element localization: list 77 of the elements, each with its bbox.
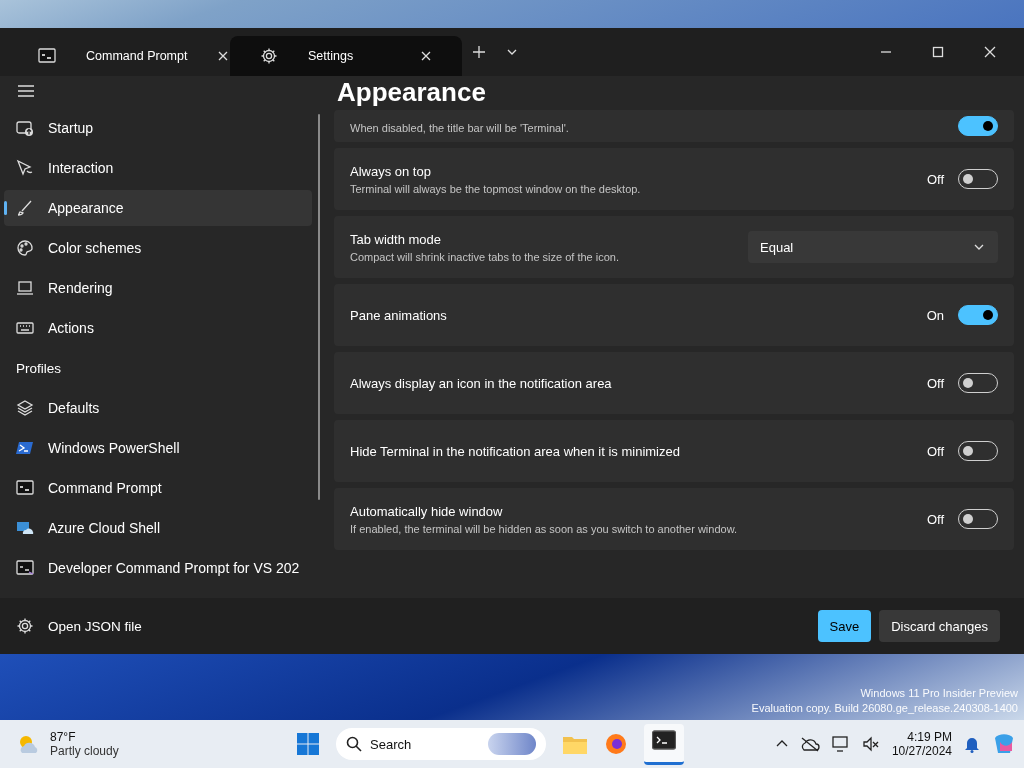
- nav-item[interactable]: Developer Command Prompt for VS 202: [4, 550, 312, 586]
- tab-label[interactable]: Settings: [308, 49, 390, 63]
- setting-description: Terminal will always be the topmost window on the desktop.: [350, 182, 642, 195]
- weather-condition: Partly cloudy: [50, 744, 119, 758]
- maximize-icon[interactable]: [932, 46, 944, 58]
- terminal-icon: [16, 559, 34, 577]
- toggle-state: Off: [926, 511, 944, 527]
- setting-description: If enabled, the terminal will be hidden as soon as you switch to another window.: [350, 522, 739, 535]
- speaker-muted-icon[interactable]: [861, 736, 880, 752]
- tab[interactable]: Command Prompt: [8, 36, 230, 76]
- terminal-icon: [16, 479, 34, 497]
- layers-icon: [16, 399, 34, 417]
- chevron-down-icon: [974, 242, 984, 252]
- keyboard-icon: [16, 319, 34, 337]
- section-heading: Profiles: [15, 359, 62, 378]
- scrollbar[interactable]: [318, 114, 320, 500]
- setting-title: Hide Terminal in the notification area when it is minimized: [350, 443, 681, 459]
- search-highlight-drawing: [488, 733, 536, 755]
- nav-item[interactable]: Startup: [4, 110, 312, 146]
- open-json-link[interactable]: Open JSON file: [16, 617, 142, 635]
- browser-icon[interactable]: [604, 732, 628, 756]
- close-icon[interactable]: [217, 50, 230, 62]
- bell-icon[interactable]: [964, 735, 980, 753]
- setting-title: Tab width mode: [350, 231, 443, 247]
- toggle-state: Off: [926, 375, 944, 391]
- terminal-icon: [38, 47, 56, 65]
- nav-item[interactable]: Command Prompt: [4, 470, 312, 506]
- nav-item[interactable]: Rendering: [4, 270, 312, 306]
- terminal-taskbar-button[interactable]: [644, 723, 684, 765]
- pointer-icon: [16, 159, 34, 177]
- close-icon[interactable]: [984, 46, 996, 58]
- watermark-text: Windows 11 Pro Insider Preview: [859, 686, 1018, 701]
- assistant-icon[interactable]: [992, 732, 1016, 756]
- setting-description: When disabled, the title bar will be 'Terminal'.: [350, 122, 570, 134]
- settings-icon: [260, 47, 278, 65]
- setting-title: Always on top: [350, 163, 432, 179]
- nav-item[interactable]: Defaults: [4, 390, 312, 426]
- page-title: Appearance: [336, 76, 487, 109]
- search-field[interactable]: Search: [336, 728, 546, 760]
- dropdown[interactable]: Equal: [748, 231, 998, 263]
- temperature: 87°F: [50, 730, 77, 744]
- nav-item[interactable]: Actions: [4, 310, 312, 346]
- save-button[interactable]: Save: [817, 610, 872, 642]
- clock[interactable]: 4:19 PM 10/27/2024: [891, 730, 952, 758]
- watermark-text: Evaluation copy. Build 26080.ge_release.240308-1400: [751, 701, 1018, 716]
- brush-icon: [16, 199, 34, 217]
- toggle-switch[interactable]: [958, 116, 998, 136]
- nav-item[interactable]: Windows PowerShell: [4, 430, 312, 466]
- nav-item[interactable]: Color schemes: [4, 230, 312, 266]
- setting-title: Always display an icon in the notification area: [350, 375, 613, 391]
- discard-button[interactable]: Discard changes: [879, 610, 1000, 642]
- selection-indicator: [4, 201, 7, 215]
- tab[interactable]: Settings: [230, 36, 462, 76]
- toggle-state: Off: [926, 443, 944, 459]
- toggle-switch[interactable]: [958, 305, 998, 325]
- menu-icon[interactable]: [18, 84, 34, 98]
- monitor-icon[interactable]: [831, 735, 850, 753]
- setting-title: Automatically hide window: [350, 503, 504, 519]
- cloud-terminal-icon: [16, 519, 34, 537]
- laptop-icon: [16, 279, 34, 297]
- tab-label[interactable]: Command Prompt: [86, 49, 188, 63]
- settings-icon: [16, 617, 34, 635]
- windows-logo-icon[interactable]: [296, 732, 320, 756]
- palette-icon: [16, 239, 34, 257]
- nav-item[interactable]: Appearance: [4, 190, 312, 226]
- powershell-icon: [16, 439, 34, 457]
- cloud-off-icon[interactable]: [799, 736, 820, 752]
- close-icon[interactable]: [420, 50, 432, 62]
- search-icon: [346, 736, 362, 752]
- nav-item[interactable]: Azure Cloud Shell: [4, 510, 312, 546]
- plus-icon[interactable]: [472, 45, 486, 59]
- toggle-state: On: [926, 307, 944, 323]
- setting-description: Compact will shrink inactive tabs to the size of the icon.: [350, 250, 620, 263]
- toggle-state: Off: [926, 171, 944, 187]
- terminal-icon: [652, 729, 676, 750]
- setting-title: Pane animations: [350, 307, 448, 323]
- nav-item[interactable]: Interaction: [4, 150, 312, 186]
